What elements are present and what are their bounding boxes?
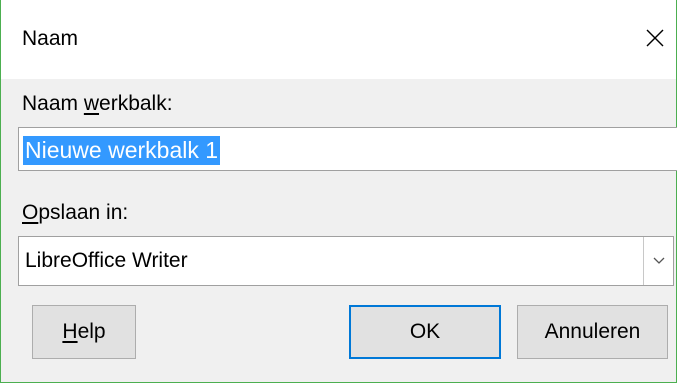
close-icon [646,29,664,47]
chevron-down-icon [653,257,664,264]
accelerator-key: w [83,92,100,115]
cancel-button[interactable]: Annuleren [517,305,668,359]
close-button[interactable] [635,18,675,58]
save-in-selected-value: LibreOffice Writer [25,249,188,272]
help-button[interactable]: Help [32,305,136,359]
save-in-label: Opslaan in: [22,201,129,224]
selected-text: Nieuwe werkbalk 1 [23,136,221,165]
ok-button[interactable]: OK [349,305,501,359]
dialog-title: Naam [22,27,79,50]
name-dialog: Naam Naam werkbalk: Nieuwe werkbalk 1 Op… [0,0,677,383]
toolbar-name-input[interactable]: Nieuwe werkbalk 1 [18,127,677,171]
title-bar: Naam [1,0,676,79]
save-in-dropdown[interactable]: LibreOffice Writer [18,236,674,286]
toolbar-name-label: Naam werkbalk: [22,92,173,115]
accelerator-key: O [22,201,39,224]
dropdown-arrow-button[interactable] [643,237,673,285]
